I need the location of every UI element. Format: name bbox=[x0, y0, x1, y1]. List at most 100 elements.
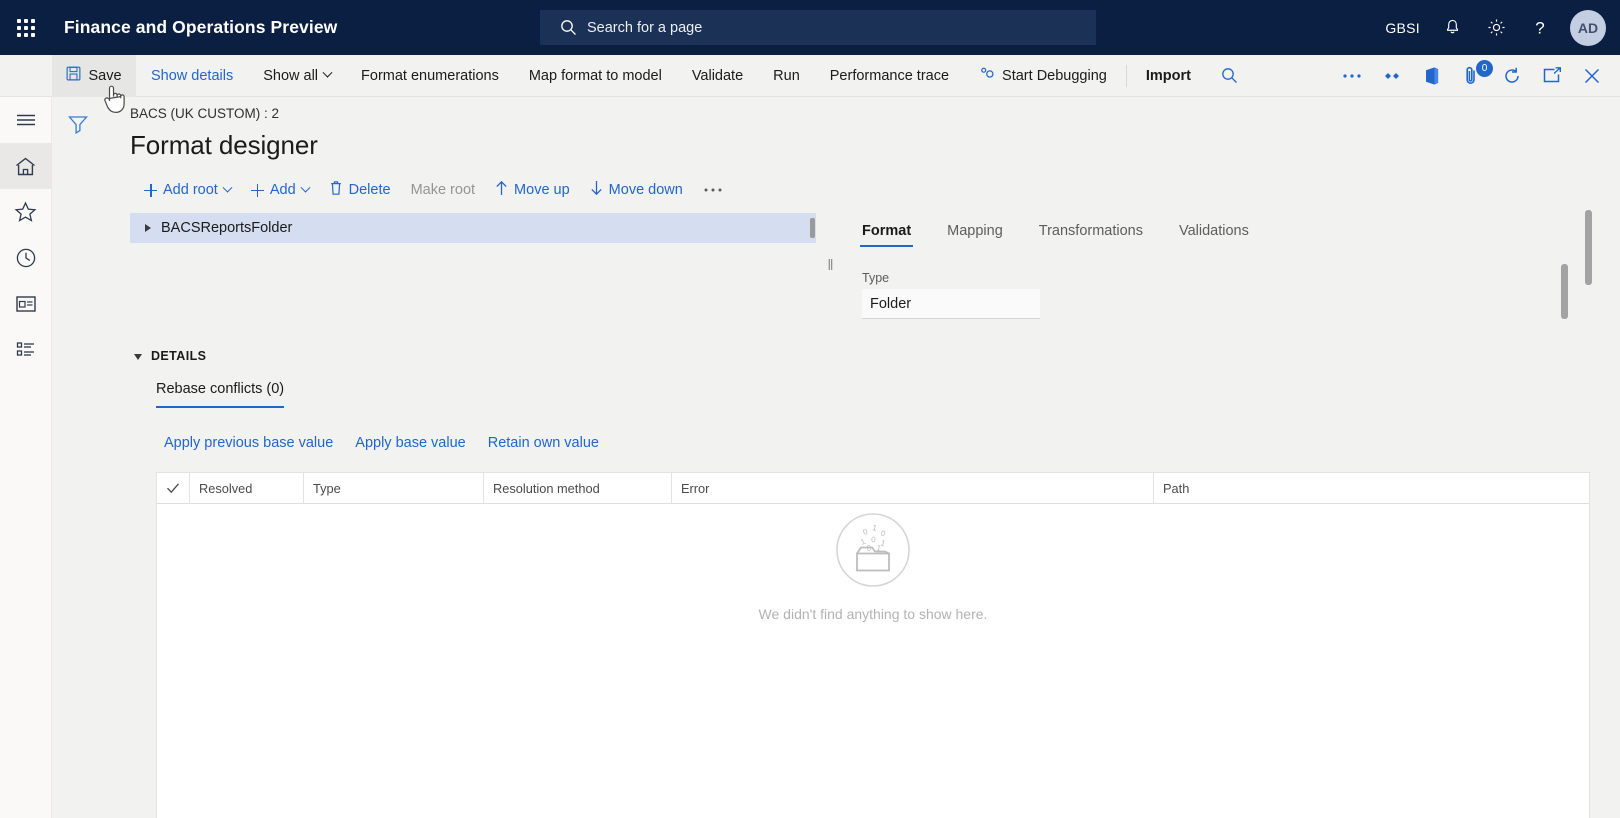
rebase-conflicts-grid: Resolved Type Resolution method Error Pa… bbox=[156, 472, 1590, 818]
refresh-icon[interactable] bbox=[1492, 55, 1532, 97]
sidebar-item-favorites[interactable] bbox=[0, 189, 52, 235]
column-header-error[interactable]: Error bbox=[671, 472, 1153, 504]
attachment-icon[interactable]: 0 bbox=[1452, 55, 1493, 97]
import-label: Import bbox=[1145, 67, 1191, 84]
tree-scrollbar[interactable] bbox=[810, 213, 816, 243]
type-field-label: Type bbox=[862, 271, 890, 285]
page-content: BACS (UK CUSTOM) : 2 Format designer Add… bbox=[130, 97, 1620, 818]
start-debugging-button[interactable]: Start Debugging bbox=[964, 55, 1122, 97]
splitter-grip-icon[interactable]: ‖ bbox=[827, 257, 833, 274]
share-icon[interactable] bbox=[1372, 55, 1412, 97]
hamburger-menu-icon[interactable] bbox=[0, 97, 52, 143]
retain-own-value-button[interactable]: Retain own value bbox=[480, 430, 607, 456]
tree-scrollbar-thumb[interactable] bbox=[810, 218, 815, 238]
grid-header-row: Resolved Type Resolution method Error Pa… bbox=[157, 472, 1589, 504]
empty-state: 0 1 0 1 0 1 0 1 We didn't find anything … bbox=[157, 511, 1589, 622]
open-in-new-window-icon[interactable] bbox=[1532, 55, 1572, 97]
apply-base-value-button[interactable]: Apply base value bbox=[347, 430, 473, 456]
debug-icon bbox=[979, 66, 996, 85]
filter-funnel-icon[interactable] bbox=[65, 111, 91, 137]
search-icon bbox=[560, 19, 577, 36]
column-header-path[interactable]: Path bbox=[1153, 472, 1589, 504]
type-field[interactable] bbox=[862, 289, 1040, 319]
performance-trace-button[interactable]: Performance trace bbox=[815, 55, 964, 97]
page-title: Format designer bbox=[130, 130, 318, 160]
global-search-box[interactable]: Search for a page bbox=[540, 10, 1096, 45]
company-selector[interactable]: GBSI bbox=[1375, 0, 1430, 55]
app-title: Finance and Operations Preview bbox=[64, 17, 338, 37]
format-enumerations-button[interactable]: Format enumerations bbox=[346, 55, 514, 97]
breadcrumb: BACS (UK CUSTOM) : 2 bbox=[130, 106, 280, 121]
move-up-label: Move up bbox=[514, 182, 570, 198]
office-icon[interactable] bbox=[1412, 55, 1452, 97]
apply-previous-base-value-button[interactable]: Apply previous base value bbox=[156, 430, 341, 456]
sidebar-item-recent[interactable] bbox=[0, 235, 52, 281]
tab-validations[interactable]: Validations bbox=[1161, 223, 1267, 247]
show-details-button[interactable]: Show details bbox=[136, 55, 248, 97]
tab-mapping[interactable]: Mapping bbox=[929, 223, 1021, 247]
show-all-dropdown[interactable]: Show all bbox=[248, 55, 346, 97]
column-header-type[interactable]: Type bbox=[303, 472, 483, 504]
add-root-label: Add root bbox=[163, 182, 218, 198]
type-field-group: Type bbox=[862, 271, 1620, 319]
select-all-checkmark-icon[interactable] bbox=[157, 473, 189, 504]
show-all-label: Show all bbox=[263, 67, 319, 84]
chevron-right-icon[interactable] bbox=[145, 224, 151, 232]
plus-icon bbox=[144, 183, 157, 197]
column-header-resolution-method[interactable]: Resolution method bbox=[483, 472, 671, 504]
page-scrollbar-thumb-inner[interactable] bbox=[1561, 264, 1568, 319]
svg-text:1: 1 bbox=[872, 523, 878, 533]
global-search-placeholder: Search for a page bbox=[587, 19, 703, 36]
add-root-button[interactable]: Add root bbox=[134, 177, 241, 203]
avatar[interactable]: AD bbox=[1570, 9, 1606, 46]
properties-pane: Format Mapping Transformations Validatio… bbox=[844, 213, 1620, 319]
save-button[interactable]: Save bbox=[52, 54, 136, 97]
tab-format-label: Format bbox=[862, 223, 912, 239]
tree-node-bacsreportsfolder[interactable]: BACSReportsFolder bbox=[130, 213, 816, 243]
details-subtabs: Rebase conflicts (0) bbox=[156, 381, 1620, 408]
left-navigation-rail bbox=[0, 97, 52, 818]
delete-label: Delete bbox=[348, 182, 391, 198]
top-navigation-bar: Finance and Operations Preview Search fo… bbox=[0, 0, 1620, 55]
rebase-action-links: Apply previous base value Apply base val… bbox=[156, 430, 1620, 456]
map-format-to-model-button[interactable]: Map format to model bbox=[514, 55, 677, 97]
designer-overflow-button[interactable] bbox=[693, 181, 733, 199]
designer-panes: BACSReportsFolder ‖ Format Mapping Trans… bbox=[130, 213, 1620, 319]
details-section-header[interactable]: DETAILS bbox=[134, 349, 1620, 363]
svg-text:0: 0 bbox=[879, 529, 887, 539]
chevron-down-icon bbox=[322, 67, 333, 78]
run-label: Run bbox=[773, 67, 800, 84]
tab-validations-label: Validations bbox=[1179, 223, 1249, 239]
column-header-resolved[interactable]: Resolved bbox=[189, 472, 303, 504]
move-down-label: Move down bbox=[608, 182, 683, 198]
gear-icon[interactable] bbox=[1474, 0, 1518, 55]
close-icon[interactable] bbox=[1572, 55, 1612, 97]
tab-rebase-conflicts[interactable]: Rebase conflicts (0) bbox=[156, 381, 285, 408]
app-launcher-icon[interactable] bbox=[0, 0, 52, 55]
command-search-icon[interactable] bbox=[1206, 55, 1253, 97]
page-scrollbar-thumb-outer[interactable] bbox=[1585, 210, 1592, 285]
move-down-button[interactable]: Move down bbox=[580, 175, 693, 205]
make-root-label: Make root bbox=[410, 182, 476, 198]
chevron-up-icon bbox=[134, 354, 142, 360]
add-button[interactable]: Add bbox=[241, 177, 319, 203]
sidebar-item-home[interactable] bbox=[0, 143, 52, 189]
tab-transformations[interactable]: Transformations bbox=[1021, 223, 1161, 247]
tab-format[interactable]: Format bbox=[844, 223, 929, 247]
validate-button[interactable]: Validate bbox=[677, 55, 758, 97]
import-button[interactable]: Import bbox=[1131, 55, 1206, 97]
empty-folder-binary-icon: 0 1 0 1 0 1 0 1 bbox=[834, 511, 912, 594]
delete-button[interactable]: Delete bbox=[319, 175, 401, 205]
pane-splitter[interactable]: ‖ bbox=[816, 213, 844, 319]
sidebar-item-modules[interactable] bbox=[0, 327, 52, 373]
validate-label: Validate bbox=[691, 67, 744, 84]
sidebar-item-workspaces[interactable] bbox=[0, 281, 52, 327]
properties-tabs: Format Mapping Transformations Validatio… bbox=[844, 213, 1620, 247]
arrow-down-icon bbox=[590, 180, 603, 200]
overflow-ellipsis-icon[interactable] bbox=[1332, 55, 1372, 97]
question-mark-icon[interactable]: ? bbox=[1518, 0, 1562, 55]
bell-icon[interactable] bbox=[1430, 0, 1474, 55]
move-up-button[interactable]: Move up bbox=[485, 175, 580, 205]
run-button[interactable]: Run bbox=[758, 55, 815, 97]
add-label: Add bbox=[269, 182, 296, 198]
